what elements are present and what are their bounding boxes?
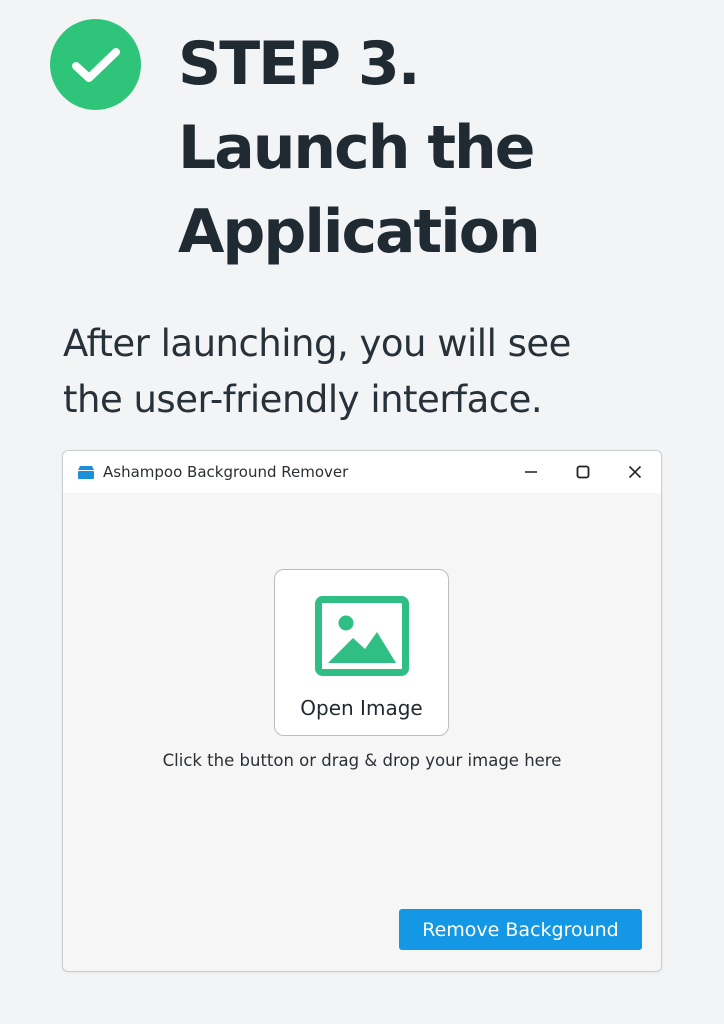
intro-line: After launching, you will see: [63, 322, 571, 365]
step-title-line: Application: [178, 197, 541, 267]
maximize-button[interactable]: [557, 451, 609, 493]
close-icon: [628, 465, 642, 479]
check-icon: [50, 19, 141, 110]
intro-text: After launching, you will see the user-f…: [63, 316, 683, 428]
app-window: Ashampoo Background Remover Open Image C…: [62, 450, 662, 972]
app-icon: [77, 464, 95, 480]
intro-line: the user-friendly interface.: [63, 378, 543, 421]
open-image-button[interactable]: Open Image: [274, 569, 449, 736]
image-icon: [315, 596, 409, 676]
maximize-icon: [576, 465, 590, 479]
step-title-line: STEP 3.: [178, 29, 421, 99]
minimize-button[interactable]: [505, 451, 557, 493]
drop-hint-text: Click the button or drag & drop your ima…: [162, 751, 562, 770]
minimize-icon: [525, 471, 537, 473]
step-title-line: Launch the: [178, 113, 535, 183]
open-image-label: Open Image: [300, 696, 423, 720]
close-button[interactable]: [609, 451, 661, 493]
window-titlebar[interactable]: Ashampoo Background Remover: [63, 451, 661, 493]
window-controls: [505, 451, 661, 493]
remove-background-button[interactable]: Remove Background: [399, 909, 642, 950]
step-title: STEP 3. Launch the Application: [178, 22, 698, 274]
window-title: Ashampoo Background Remover: [103, 463, 349, 481]
drop-area[interactable]: Open Image Click the button or drag & dr…: [63, 493, 661, 971]
